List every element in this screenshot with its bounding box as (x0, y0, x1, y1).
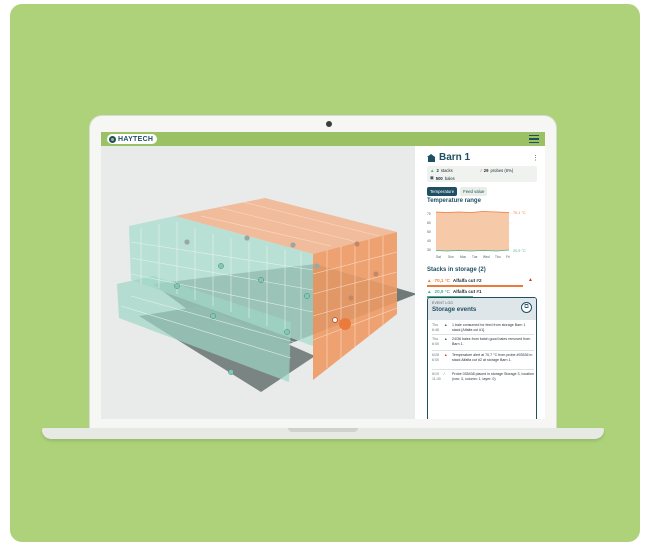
expand-icon[interactable]: ⧉ (521, 302, 532, 313)
event-item: 6/19 11:40 ⁄ Probe 035438 placed in stor… (432, 372, 534, 381)
event-date: 6/28 6:00 (432, 353, 439, 362)
marker-icon (332, 317, 338, 323)
bales-icon: ◼ (430, 175, 434, 180)
temperature-range-chart: 70 60 50 40 30 70,1 °C 20,9 °C Sat Sun M… (427, 211, 526, 259)
temperature-band (436, 211, 509, 251)
kebab-icon[interactable]: ⋮ (532, 154, 539, 162)
event-date: 6/19 11:40 (432, 372, 441, 381)
selected-probe-marker[interactable] (339, 318, 351, 330)
event-text: Probe 035438 placed in storage Storage 3… (452, 372, 534, 381)
stack-icon: ▲ (444, 337, 448, 341)
bales-label: bales (444, 175, 455, 181)
bales-count: 500 (435, 175, 443, 181)
y-tick-40: 40 (427, 239, 431, 243)
y-tick-60: 60 (427, 221, 431, 225)
events-subtitle: EVENT LOG (432, 301, 454, 305)
stack-name: Alfalfa cut #1 (452, 289, 482, 294)
hamburger-menu-icon[interactable] (529, 135, 539, 143)
warning-icon: ▲ (444, 353, 448, 357)
event-date: Thu 6:00 (432, 337, 439, 346)
probes-label: probes (6%) (490, 168, 514, 173)
logo-text: HAYTECH (118, 135, 154, 143)
storage-events-card: EVENT LOG Storage events ⧉ Thu 6:48 ▲ 1 … (427, 297, 537, 419)
barn-stats: ▲ 2 stacks ◼ 500 bales ⁄ 29 probes (6%) (427, 166, 537, 182)
stack-temp: 70,1 °C (434, 278, 450, 283)
stacks-label: stacks (440, 168, 453, 173)
x-tick-thu: Thu (495, 255, 501, 259)
stacks-heading: Stacks in storage (2) (427, 267, 486, 273)
x-tick-tue: Tue (472, 255, 478, 259)
tab-temperature[interactable]: Temperature (427, 187, 458, 196)
stacks-icon: ▲ (430, 168, 435, 173)
high-temp-label: 70,1 °C (513, 211, 526, 215)
event-separator (432, 334, 534, 335)
event-item: 6/28 6:00 ▲ Temperature alert at 70,7 °C… (432, 353, 534, 362)
laptop-screen: HAYTECH Barn 1 ⋮ ▲ 2 stacks ◼ 500 bales … (101, 132, 545, 419)
app-top-bar: HAYTECH (101, 132, 545, 146)
alert-icon: ▲ (528, 277, 533, 283)
barn-header: Barn 1 (427, 152, 470, 163)
stat-probes: ⁄ 29 probes (6%) (481, 168, 513, 173)
logo-mark-icon (109, 135, 116, 143)
stack-item[interactable]: ▲ 20,9 °C Alfalfa cut #1 (427, 287, 533, 298)
y-tick-70: 70 (427, 212, 431, 216)
stack-item[interactable]: ▲ 70,1 °C Alfalfa cut #2 ▲ (427, 276, 533, 287)
haytech-logo[interactable]: HAYTECH (107, 134, 158, 144)
max-temp-line (435, 211, 510, 213)
x-tick-mon: Mon (460, 255, 466, 259)
temperature-range-heading: Temperature range (427, 198, 481, 204)
events-header: EVENT LOG Storage events ⧉ (428, 298, 536, 320)
event-text: Temperature alert at 70,7 °C from probe … (452, 353, 533, 362)
storage-3d-view[interactable] (101, 146, 415, 419)
stack-icon: ▲ (444, 323, 448, 327)
event-item: Thu 6:48 ▲ 1 bale consumed for feed from… (432, 323, 534, 332)
webcam (326, 121, 332, 127)
low-temp-label: 20,9 °C (513, 249, 526, 253)
stack-temp: 20,9 °C (434, 289, 450, 294)
warning-icon: ▲ (427, 278, 432, 283)
event-text: 24/36 bales from batch good bales remove… (452, 337, 531, 346)
laptop-notch (288, 428, 358, 432)
stack-icon: ▲ (427, 289, 432, 294)
probe-icon: ⁄ (444, 372, 445, 376)
storage-3d-svg (117, 198, 415, 392)
tab-feed-value[interactable]: Feed value (460, 187, 488, 196)
barn-icon (427, 153, 436, 162)
stack-name: Alfalfa cut #2 (452, 278, 482, 283)
event-text: 1 bale consumed for feed from storage Ba… (452, 323, 526, 332)
probes-count: 29 (483, 168, 489, 173)
x-tick-wed: Wed (483, 255, 490, 259)
event-date: Thu 6:48 (432, 323, 439, 332)
x-tick-sun: Sun (448, 255, 454, 259)
metric-tabs: Temperature Feed value (427, 187, 488, 196)
barn-title: Barn 1 (439, 152, 471, 163)
barn-side-panel: Barn 1 ⋮ ▲ 2 stacks ◼ 500 bales ⁄ 29 pro… (423, 146, 541, 419)
laptop-base (42, 428, 604, 439)
y-tick-30: 30 (427, 248, 431, 252)
x-tick-fri: Fri (506, 255, 510, 259)
stacks-count: 2 (436, 168, 439, 173)
stat-stacks: ▲ 2 stacks (430, 168, 453, 173)
event-item: Thu 6:00 ▲ 24/36 bales from batch good b… (432, 337, 534, 346)
stat-bales: ◼ 500 bales (430, 175, 455, 181)
y-tick-50: 50 (427, 230, 431, 234)
event-separator (432, 369, 534, 370)
x-tick-sat: Sat (436, 255, 441, 259)
event-separator (432, 350, 534, 351)
laptop-lid: HAYTECH Barn 1 ⋮ ▲ 2 stacks ◼ 500 bales … (90, 116, 556, 430)
probe-icon: ⁄ (481, 168, 482, 173)
events-title: Storage events (432, 306, 477, 313)
